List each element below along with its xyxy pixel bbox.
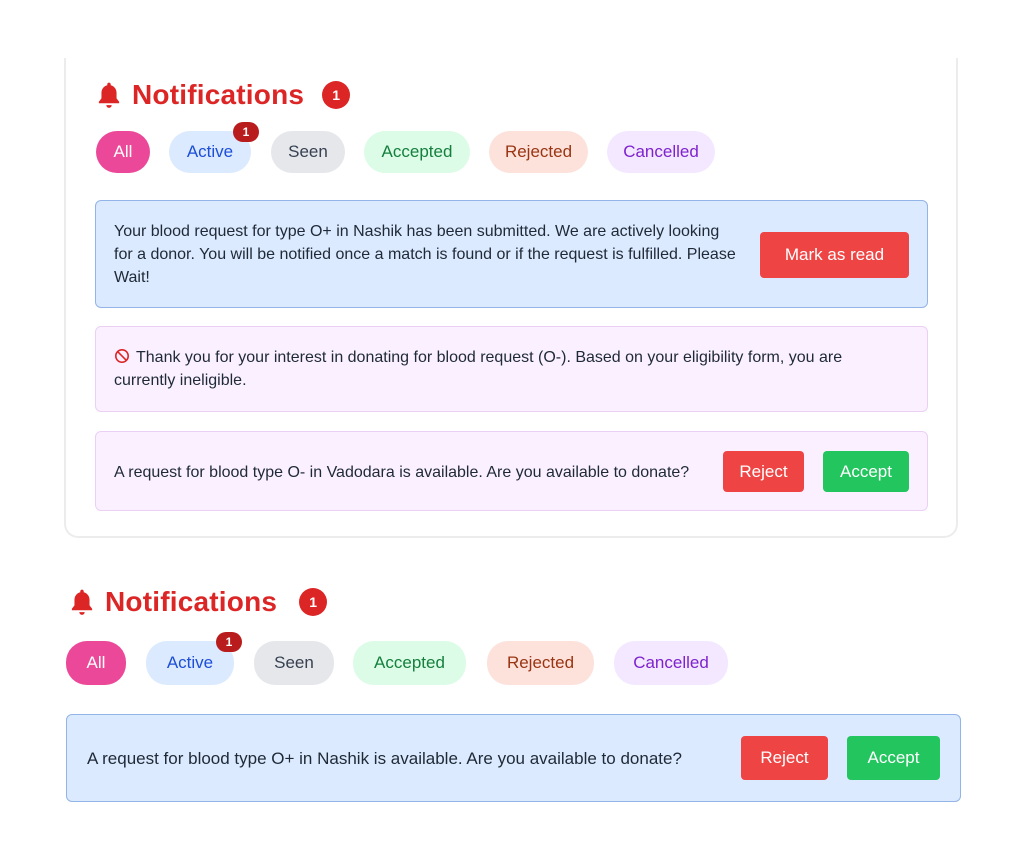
- reject-button[interactable]: Reject: [723, 451, 804, 492]
- page-title: Notifications: [132, 79, 305, 110]
- tab-all[interactable]: All: [96, 131, 150, 173]
- tab-active[interactable]: Active 1: [146, 632, 242, 685]
- tab-accepted[interactable]: Accepted: [353, 641, 466, 685]
- tab-all-label: All: [113, 142, 133, 161]
- tab-active[interactable]: Active 1: [169, 122, 259, 173]
- tab-active-label: Active: [186, 142, 234, 161]
- filter-tabs: All Active 1 Seen Accepted Rejected Canc…: [66, 632, 728, 685]
- tab-active-badge: 1: [233, 122, 259, 142]
- tab-all[interactable]: All: [66, 641, 126, 685]
- notifications-header: Notifications 1: [96, 79, 351, 111]
- page-title: Notifications: [105, 586, 278, 617]
- tab-seen[interactable]: Seen: [271, 131, 345, 173]
- bell-icon: [98, 82, 120, 108]
- tab-cancelled[interactable]: Cancelled: [607, 131, 715, 173]
- accept-button[interactable]: Accept: [823, 451, 909, 492]
- notification-body: Thank you for your interest in donating …: [114, 346, 894, 392]
- mark-as-read-button[interactable]: Mark as read: [760, 232, 909, 278]
- tab-rejected[interactable]: Rejected: [489, 131, 588, 173]
- tab-cancelled[interactable]: Cancelled: [614, 641, 728, 685]
- notification-count-badge: 1: [322, 81, 351, 109]
- tab-cancelled-label: Cancelled: [623, 142, 699, 161]
- tab-seen-label: Seen: [274, 653, 314, 672]
- notification-message: Your blood request for type O+ in Nashik…: [114, 223, 736, 286]
- tab-seen-label: Seen: [288, 142, 328, 161]
- tab-all-label: All: [86, 653, 106, 672]
- tab-cancelled-label: Cancelled: [633, 653, 709, 672]
- tab-active-badge: 1: [216, 632, 242, 652]
- tab-accepted-label: Accepted: [381, 142, 453, 161]
- tab-accepted[interactable]: Accepted: [364, 131, 470, 173]
- notification-count-badge: 1: [299, 588, 328, 616]
- tab-rejected-label: Rejected: [506, 653, 575, 672]
- tab-seen[interactable]: Seen: [254, 641, 334, 685]
- tab-rejected-label: Rejected: [504, 142, 573, 161]
- ban-icon: [115, 349, 129, 363]
- filter-tabs: All Active 1 Seen Accepted Rejected Canc…: [96, 122, 715, 173]
- notification-message: A request for blood type O- in Vadodara …: [114, 464, 690, 481]
- notification-message: A request for blood type O+ in Nashik is…: [87, 749, 682, 768]
- tab-rejected[interactable]: Rejected: [487, 641, 594, 685]
- notification-message: Thank you for your interest in donating …: [114, 349, 843, 389]
- bell-icon: [71, 589, 93, 615]
- reject-button[interactable]: Reject: [741, 736, 828, 780]
- accept-button[interactable]: Accept: [847, 736, 940, 780]
- notifications-header: Notifications 1: [69, 586, 328, 618]
- notification-item: Thank you for your interest in donating …: [95, 326, 928, 412]
- tab-active-label: Active: [166, 653, 214, 672]
- tab-accepted-label: Accepted: [374, 653, 445, 672]
